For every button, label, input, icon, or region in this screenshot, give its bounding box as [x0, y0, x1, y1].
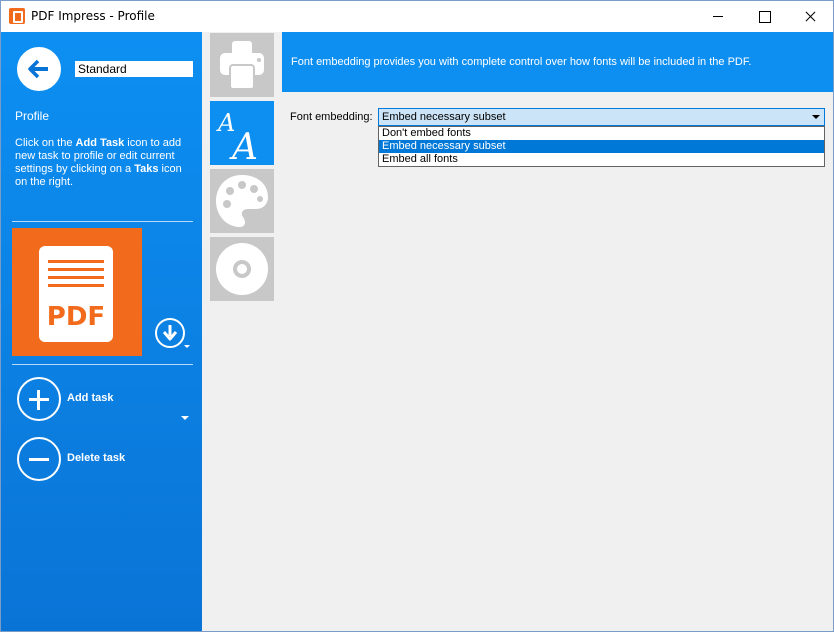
svg-text:A: A: [229, 127, 258, 165]
delete-task-button[interactable]: [17, 437, 61, 481]
disc-icon: [216, 243, 268, 295]
chevron-down-icon[interactable]: [812, 115, 820, 119]
profile-name-input[interactable]: [75, 61, 193, 77]
minimize-button[interactable]: [695, 1, 741, 32]
app-icon: [9, 8, 25, 24]
title-bar: PDF Impress - Profile: [1, 1, 833, 32]
add-task-dropdown-caret[interactable]: [181, 416, 189, 420]
download-dropdown-caret[interactable]: [184, 345, 190, 348]
download-button[interactable]: [155, 318, 185, 348]
palette-icon: [216, 175, 268, 227]
font-embedding-selected-value: Embed necessary subset: [382, 111, 506, 123]
delete-task-label[interactable]: Delete task: [67, 452, 125, 464]
tab-font-embedding[interactable]: A A: [210, 101, 274, 165]
pdf-label: PDF: [46, 302, 106, 332]
font-icon: A A: [216, 109, 258, 165]
printer-icon: [220, 41, 264, 90]
app-window: PDF Impress - Profile Profile Click on t…: [0, 0, 834, 632]
window-title: PDF Impress - Profile: [31, 9, 155, 23]
close-button[interactable]: [787, 1, 833, 32]
dropdown-option-embed-all[interactable]: Embed all fonts: [379, 153, 824, 166]
font-embedding-select[interactable]: Embed necessary subset: [378, 108, 825, 126]
divider: [12, 364, 193, 365]
dropdown-option-dont-embed[interactable]: Don't embed fonts: [379, 127, 824, 140]
pdf-output-tile[interactable]: PDF: [12, 228, 142, 356]
add-task-button[interactable]: [17, 377, 61, 421]
tab-output[interactable]: [210, 237, 274, 301]
tab-printer[interactable]: [210, 33, 274, 97]
font-embedding-dropdown-list: Don't embed fonts Embed necessary subset…: [378, 126, 825, 167]
profile-description: Click on the Add Task icon to add new ta…: [15, 137, 182, 188]
dropdown-option-embed-subset[interactable]: Embed necessary subset: [379, 140, 824, 153]
maximize-button[interactable]: [741, 1, 787, 32]
pdf-document-icon: PDF: [39, 246, 113, 342]
sidebar: Profile Click on the Add Task icon to ad…: [1, 32, 202, 631]
tab-color[interactable]: [210, 169, 274, 233]
font-embedding-label: Font embedding:: [290, 111, 373, 123]
task-icon-column: A A: [202, 32, 282, 631]
banner-text: Font embedding provides you with complet…: [291, 56, 752, 68]
profile-heading: Profile: [15, 109, 50, 123]
add-task-label[interactable]: Add task: [67, 392, 113, 404]
divider: [12, 221, 193, 222]
arrow-left-icon: [28, 59, 48, 79]
arrow-down-icon: [162, 325, 178, 341]
back-button[interactable]: [17, 47, 61, 91]
info-banner: Font embedding provides you with complet…: [282, 32, 833, 92]
settings-content: Font embedding provides you with complet…: [282, 32, 833, 631]
